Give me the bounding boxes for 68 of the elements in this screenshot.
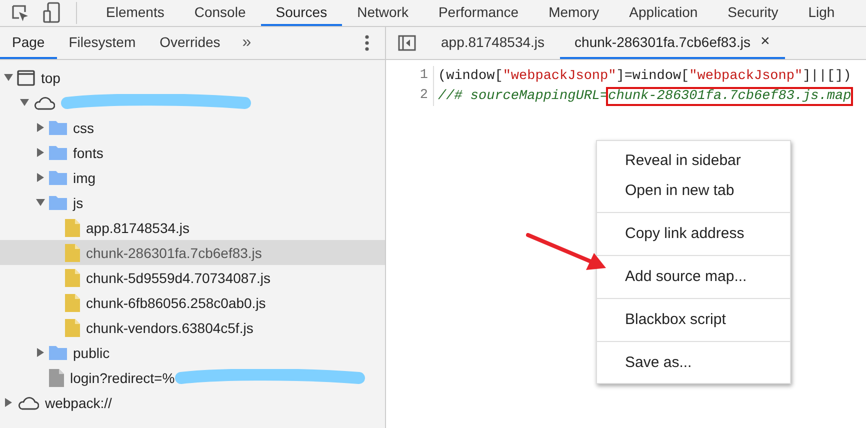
cloud-icon bbox=[17, 396, 39, 410]
tree-item[interactable]: login?redirect=% bbox=[0, 365, 385, 390]
menu-icon[interactable] bbox=[365, 35, 369, 51]
expand-arrow-icon[interactable] bbox=[36, 173, 45, 182]
code-token: "webpackJsonp" bbox=[502, 68, 616, 84]
file-icon bbox=[65, 318, 80, 336]
tree-item[interactable]: js bbox=[0, 190, 385, 215]
more-tabs-button[interactable]: » bbox=[242, 34, 252, 52]
expand-arrow-icon[interactable] bbox=[36, 123, 45, 132]
tree-item[interactable]: chunk-vendors.63804c5f.js bbox=[0, 315, 385, 340]
device-icon[interactable] bbox=[42, 2, 62, 24]
code-token: ]=window[ bbox=[616, 68, 690, 84]
menu-item[interactable]: Save as... bbox=[597, 348, 790, 378]
expand-arrow-icon[interactable] bbox=[36, 148, 45, 157]
tree-item[interactable]: css bbox=[0, 115, 385, 140]
tab[interactable]: Memory bbox=[534, 0, 614, 26]
file-icon bbox=[65, 294, 80, 312]
collapse-arrow-icon[interactable] bbox=[20, 98, 29, 107]
collapse-arrow-icon[interactable] bbox=[36, 198, 45, 207]
expand-arrow-icon[interactable] bbox=[4, 398, 13, 407]
tree-item[interactable]: app.81748534.js bbox=[0, 215, 385, 240]
tree-item[interactable]: public bbox=[0, 340, 385, 365]
tab[interactable]: Security bbox=[712, 0, 794, 26]
code-token: "webpackJsonp" bbox=[689, 68, 803, 84]
tree-item[interactable]: chunk-286301fa.7cb6ef83.js bbox=[0, 240, 385, 265]
tab[interactable]: Network bbox=[342, 0, 424, 26]
code-token: ]||[]) bbox=[802, 68, 852, 84]
close-button[interactable]: × bbox=[760, 33, 770, 51]
tree-item[interactable]: img bbox=[0, 165, 385, 190]
tree-item[interactable]: webpack:// bbox=[0, 390, 385, 415]
file-icon bbox=[49, 368, 64, 386]
folder-icon bbox=[49, 170, 67, 185]
menu-item[interactable]: Blackbox script bbox=[597, 305, 790, 335]
tree-item[interactable]: fonts bbox=[0, 140, 385, 165]
file-icon bbox=[65, 218, 80, 236]
line-number: 2 bbox=[386, 86, 434, 106]
menu-item[interactable]: Open in new tab bbox=[597, 176, 790, 206]
line-number: 1 bbox=[386, 66, 434, 86]
tab[interactable]: Overrides bbox=[148, 27, 232, 59]
inspect-icon[interactable] bbox=[10, 3, 30, 23]
tab[interactable]: Application bbox=[614, 0, 713, 26]
folder-icon bbox=[49, 345, 67, 360]
code-token: //# sourceMappingURL= bbox=[438, 88, 608, 104]
tab[interactable]: app.81748534.js bbox=[426, 27, 560, 59]
tab[interactable]: Console bbox=[179, 0, 261, 26]
tree-item[interactable]: chunk-5d9559d4.70734087.js bbox=[0, 265, 385, 290]
tree-item[interactable]: chunk-6fb86056.258c0ab0.js bbox=[0, 290, 385, 315]
tab[interactable]: Elements bbox=[91, 0, 180, 26]
highlighted-code: chunk-286301fa.7cb6ef83.js.map bbox=[608, 88, 852, 104]
menu-item[interactable]: Copy link address bbox=[597, 219, 790, 249]
expand-arrow-icon[interactable] bbox=[36, 348, 45, 357]
frame-icon bbox=[17, 70, 35, 86]
tree-item[interactable]: top bbox=[0, 65, 385, 90]
folder-icon bbox=[49, 120, 67, 135]
sidebar-toggle-icon[interactable] bbox=[398, 35, 416, 51]
tab[interactable]: Ligh bbox=[793, 0, 850, 26]
folder-icon bbox=[49, 145, 67, 160]
folder-icon bbox=[49, 195, 67, 210]
tab[interactable]: Filesystem bbox=[56, 27, 148, 59]
code-token: (window[ bbox=[438, 68, 503, 84]
collapse-arrow-icon[interactable] bbox=[4, 73, 13, 82]
menu-item[interactable]: Add source map... bbox=[597, 262, 790, 292]
file-icon bbox=[65, 244, 80, 262]
menu-item[interactable]: Reveal in sidebar bbox=[597, 146, 790, 176]
file-icon bbox=[65, 268, 80, 286]
tab[interactable]: Page bbox=[0, 27, 57, 59]
cloud-icon bbox=[33, 96, 55, 110]
tab[interactable]: Performance bbox=[423, 0, 534, 26]
